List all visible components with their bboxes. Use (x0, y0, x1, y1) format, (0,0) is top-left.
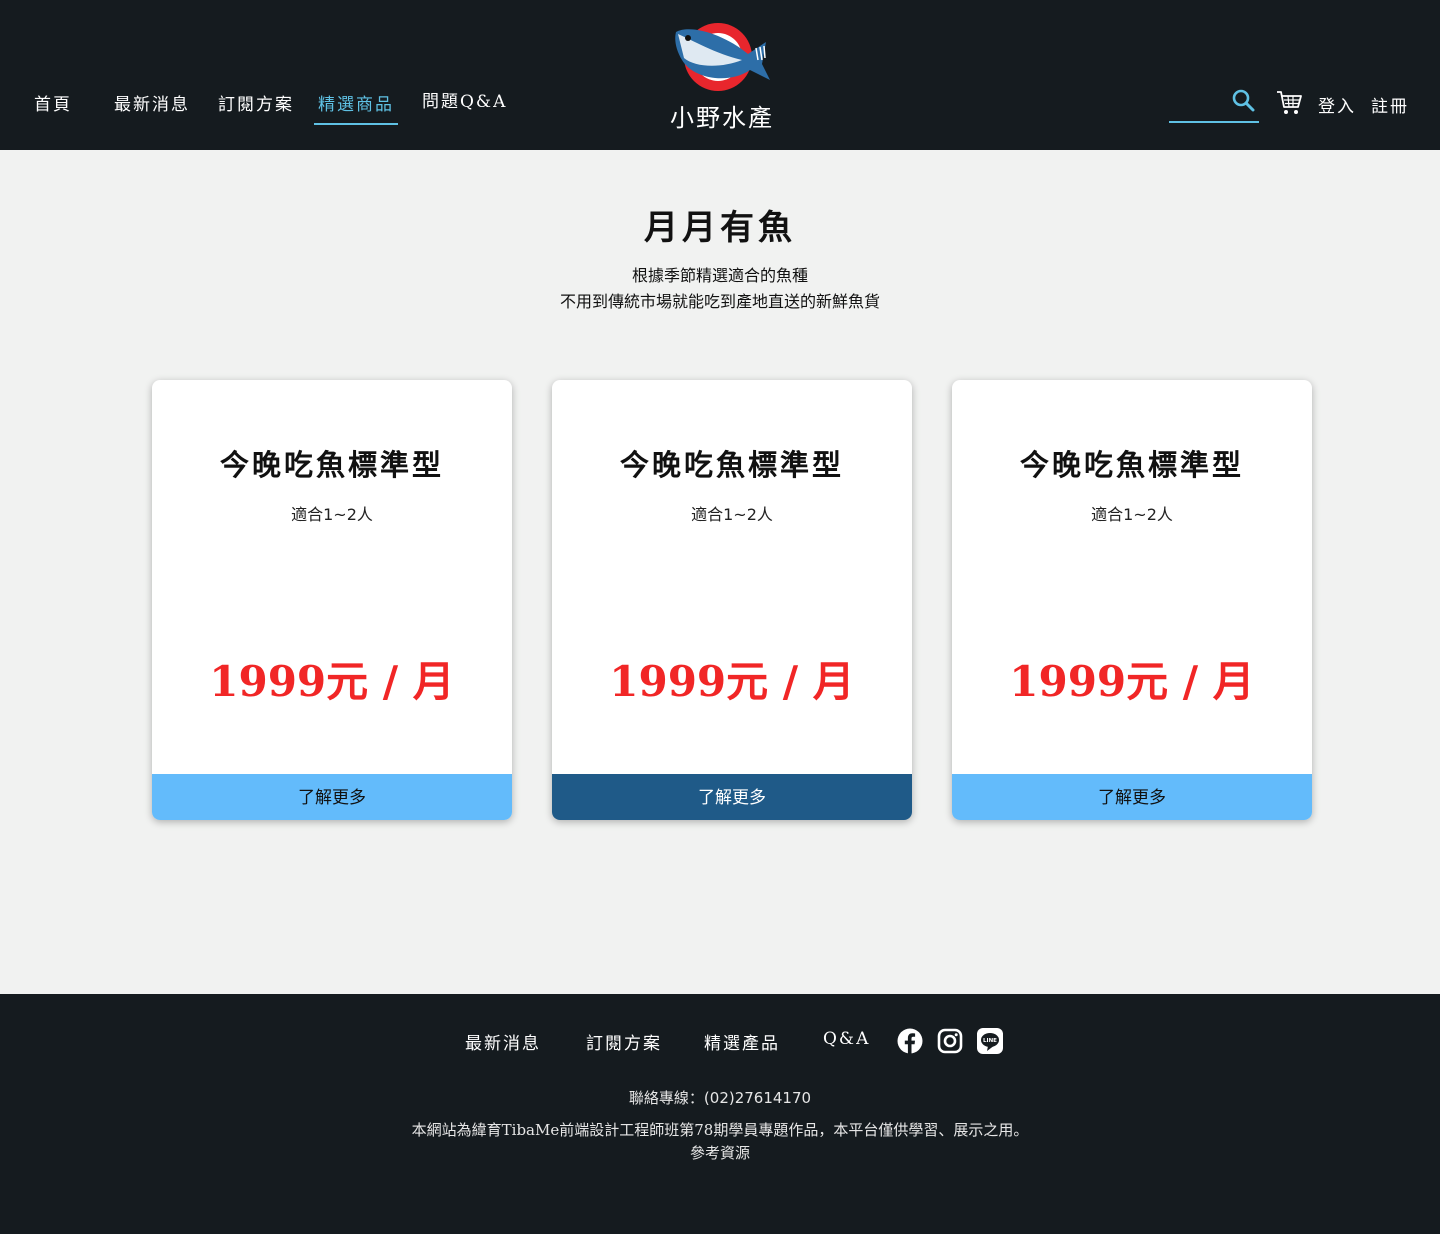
plan-title: 今晚吃魚標準型 (619, 448, 844, 482)
search-icon[interactable] (1231, 88, 1255, 116)
cart-icon[interactable] (1275, 88, 1303, 120)
learn-more-button[interactable]: 了解更多 (152, 774, 512, 820)
main-nav: 首頁 最新消息 訂閱方案 精選商品 問題Q&A (30, 86, 511, 126)
login-link[interactable]: 登入 (1318, 92, 1356, 117)
contact-phone: 聯絡專線：(02)27614170 (628, 1089, 812, 1107)
search-box (1169, 84, 1259, 123)
footer-nav-products[interactable]: 精選產品 (704, 1029, 780, 1054)
plan-serving-size: 適合1~2人 (1091, 505, 1173, 524)
nav-qa[interactable]: 問題Q&A (418, 83, 511, 120)
footer-note: 本網站為緯育TibaMe前端設計工程師班第78期學員專題作品，本平台僅供學習、展… (411, 1121, 1029, 1139)
plan-card: 今晚吃魚標準型 適合1~2人 1999元 / 月 了解更多 (952, 380, 1312, 820)
facebook-icon[interactable] (897, 1028, 923, 1058)
svg-text:LINE: LINE (983, 1038, 997, 1044)
nav-news[interactable]: 最新消息 (110, 86, 194, 123)
learn-more-button[interactable]: 了解更多 (952, 774, 1312, 820)
plan-price: 1999元 / 月 (609, 657, 855, 706)
plan-card: 今晚吃魚標準型 適合1~2人 1999元 / 月 了解更多 (552, 380, 912, 820)
plan-price: 1999元 / 月 (209, 657, 455, 706)
line-icon[interactable]: LINE (977, 1028, 1003, 1058)
nav-products[interactable]: 精選商品 (314, 86, 398, 125)
instagram-icon[interactable] (937, 1028, 963, 1058)
page-title: 月月有魚 (644, 208, 796, 248)
fish-logo-icon (675, 23, 770, 91)
site-header: 首頁 最新消息 訂閱方案 精選商品 問題Q&A 小野水產 登入 註冊 (0, 0, 1440, 150)
logo-text: 小野水產 (670, 104, 774, 132)
footer-nav-qa[interactable]: Q&A (823, 1029, 870, 1049)
subtitle-line-1: 根據季節精選適合的魚種 (631, 266, 808, 285)
plan-card: 今晚吃魚標準型 適合1~2人 1999元 / 月 了解更多 (152, 380, 512, 820)
footer-nav-news[interactable]: 最新消息 (465, 1029, 541, 1054)
register-link[interactable]: 註冊 (1371, 92, 1409, 117)
plan-serving-size: 適合1~2人 (691, 505, 773, 524)
plan-serving-size: 適合1~2人 (291, 505, 373, 524)
plan-title: 今晚吃魚標準型 (219, 448, 444, 482)
search-input[interactable] (1169, 84, 1227, 118)
footer-nav-subscription[interactable]: 訂閱方案 (586, 1029, 662, 1054)
site-logo[interactable]: 小野水產 (667, 20, 777, 132)
reference-link[interactable]: 參考資源 (0, 1142, 1440, 1163)
subtitle-line-2: 不用到傳統市場就能吃到產地直送的新鮮魚貨 (559, 292, 880, 311)
plan-price: 1999元 / 月 (1009, 657, 1255, 706)
nav-home[interactable]: 首頁 (30, 86, 76, 123)
learn-more-button[interactable]: 了解更多 (552, 774, 912, 820)
nav-subscription[interactable]: 訂閱方案 (214, 86, 298, 123)
plan-title: 今晚吃魚標準型 (1019, 448, 1244, 482)
